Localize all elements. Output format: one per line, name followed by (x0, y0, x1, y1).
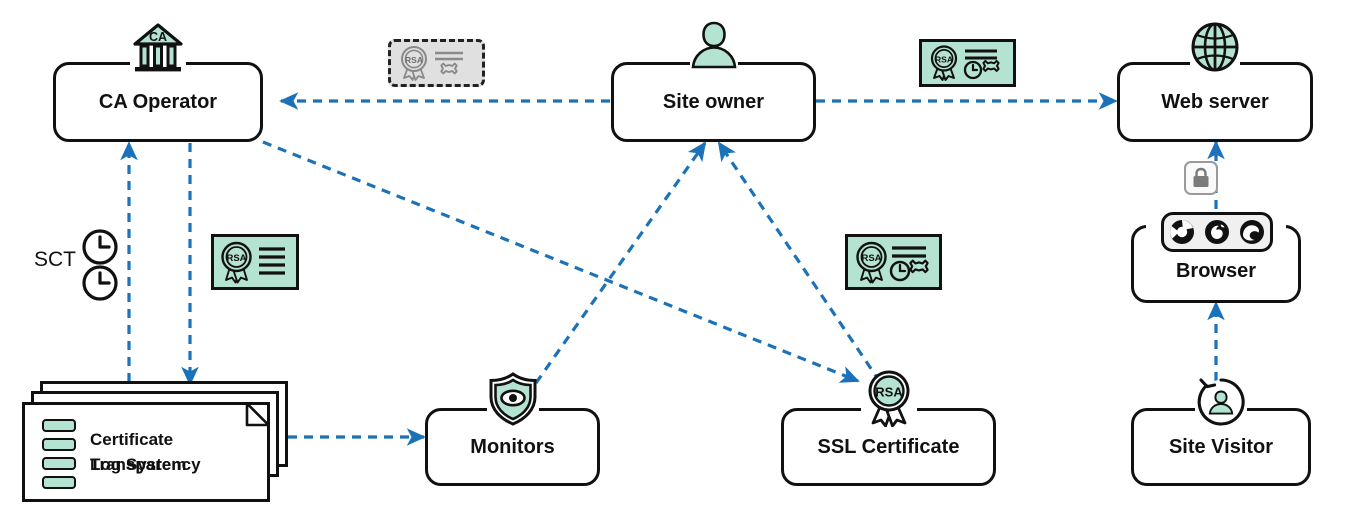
clock-icon (82, 265, 118, 301)
svg-text:RSA: RSA (875, 385, 903, 400)
node-ct-log-system[interactable]: Certificate Transparency Log System (22, 381, 288, 506)
clock-icon (963, 60, 982, 80)
cert-lines-icon (891, 246, 926, 258)
certificate-chip-owner-to-server: RSA (919, 39, 1016, 87)
chrome-logo-icon (1170, 220, 1194, 244)
ct-log-bar (42, 476, 76, 489)
edge-logo-icon (1240, 220, 1264, 244)
ct-log-label-line2: Log System (90, 455, 187, 474)
ct-log-bar (42, 438, 76, 451)
sct-label: SCT (34, 248, 76, 271)
svg-text:RSA: RSA (935, 55, 953, 65)
visitor-refresh-icon (1192, 373, 1250, 431)
gear-icon (439, 62, 458, 75)
firefox-logo-icon (1205, 220, 1229, 244)
ct-log-bar (42, 457, 76, 470)
csr-chip: RSA (388, 39, 485, 87)
padlock-icon (1184, 161, 1218, 195)
svg-text:RSA: RSA (226, 253, 246, 264)
node-label: Web server (1161, 91, 1269, 113)
shield-eye-icon (485, 371, 541, 427)
rsa-seal-icon: RSA (221, 241, 252, 284)
node-label: Monitors (470, 436, 555, 458)
diagram-canvas: CA CA Operator Site owner Web server Bro… (0, 0, 1365, 528)
globe-icon (1189, 20, 1241, 74)
rsa-seal-icon: RSA (400, 46, 427, 81)
node-label: CA Operator (98, 91, 218, 113)
node-label: Site owner (662, 91, 765, 113)
rsa-seal-icon: RSA (930, 45, 957, 81)
clock-icon (889, 260, 910, 282)
ct-log-bars (42, 419, 76, 489)
person-icon (690, 19, 738, 75)
cert-lines-icon (434, 51, 463, 61)
rsa-seal-icon: RSA (859, 369, 919, 427)
node-ssl-certificate[interactable]: RSA SSL Certificate (781, 370, 996, 486)
browser-logos-icon (1161, 212, 1273, 252)
node-site-owner[interactable]: Site owner (611, 21, 816, 142)
node-site-visitor[interactable]: Site Visitor (1131, 378, 1311, 486)
node-ca-operator[interactable]: CA CA Operator (53, 23, 263, 142)
cert-lines-icon (259, 247, 285, 275)
rsa-seal-icon: RSA (855, 241, 887, 284)
bank-ca-icon: CA (130, 22, 186, 74)
node-monitors[interactable]: Monitors (425, 372, 600, 486)
certificate-chip-ca-to-log: RSA (211, 234, 299, 290)
clock-icon (82, 229, 118, 265)
ct-log-bar (42, 419, 76, 432)
node-label: SSL Certificate (817, 436, 960, 458)
node-label: Site Visitor (1168, 436, 1274, 458)
clock-icons (78, 228, 122, 309)
certificate-chip-ssl: RSA (845, 234, 942, 290)
cert-lines-icon (964, 49, 997, 60)
gear-icon (981, 59, 1000, 72)
svg-text:RSA: RSA (405, 55, 423, 65)
node-web-server[interactable]: Web server (1117, 22, 1313, 142)
gear-icon (908, 259, 929, 274)
svg-text:CA: CA (149, 30, 167, 44)
svg-text:RSA: RSA (861, 253, 881, 264)
edge-monitors-to-site-owner (534, 141, 707, 384)
edge-ca-operator-to-ssl-cert (262, 140, 860, 383)
